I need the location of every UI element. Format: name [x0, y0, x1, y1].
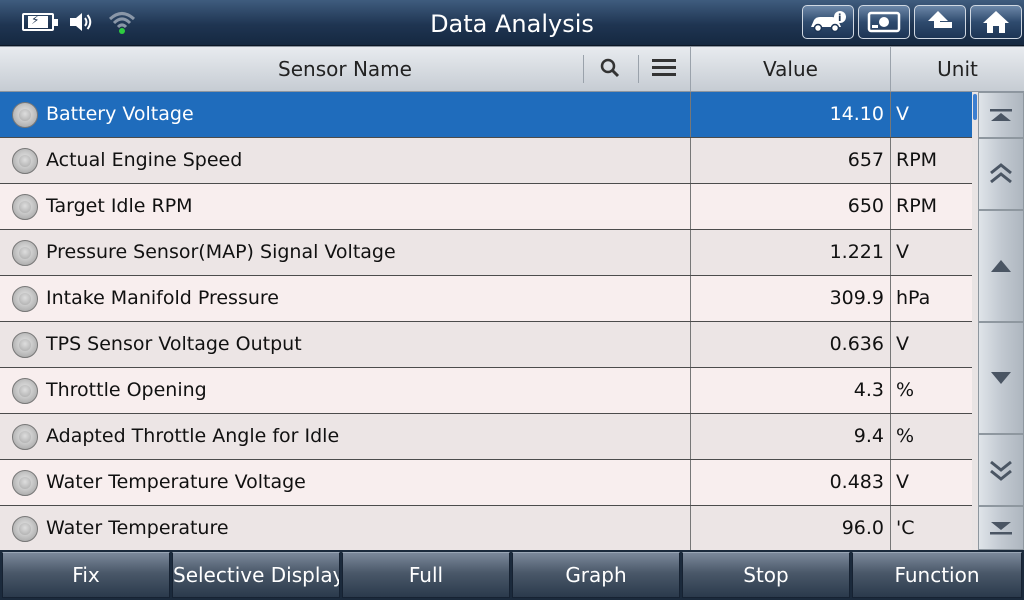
scroll-nav — [978, 92, 1024, 550]
radio-button[interactable] — [12, 240, 38, 266]
sensor-unit: % — [890, 368, 972, 413]
scroll-up-button[interactable] — [978, 210, 1024, 322]
sensor-unit: RPM — [890, 184, 972, 229]
sensor-name: Water Temperature — [46, 517, 229, 539]
table-row[interactable]: Pressure Sensor(MAP) Signal Voltage 1.22… — [0, 230, 972, 276]
table-row[interactable]: Target Idle RPM 650 RPM — [0, 184, 972, 230]
sensor-value: 96.0 — [690, 506, 890, 550]
sensor-unit: V — [890, 460, 972, 505]
sensor-unit: 'C — [890, 506, 972, 550]
graph-button[interactable]: Graph — [512, 552, 680, 598]
table-row[interactable]: Water Temperature Voltage 0.483 V — [0, 460, 972, 506]
sensor-unit: V — [890, 322, 972, 367]
sensor-name: Pressure Sensor(MAP) Signal Voltage — [46, 241, 396, 263]
sensor-unit: hPa — [890, 276, 972, 321]
page-up-button[interactable] — [978, 138, 1024, 210]
status-icons — [22, 8, 136, 36]
table-row[interactable]: Adapted Throttle Angle for Idle 9.4 % — [0, 414, 972, 460]
page-down-button[interactable] — [978, 434, 1024, 506]
sensor-unit: RPM — [890, 138, 972, 183]
car-info-button[interactable]: i — [802, 5, 854, 39]
sensor-value: 4.3 — [690, 368, 890, 413]
sensor-table: Battery Voltage 14.10 V Actual Engine Sp… — [0, 92, 972, 550]
scrollbar-thumb[interactable] — [973, 94, 977, 120]
wifi-icon — [108, 9, 136, 35]
value-header: Value — [690, 47, 890, 91]
table-row[interactable]: Battery Voltage 14.10 V — [0, 92, 972, 138]
sensor-name: Battery Voltage — [46, 103, 194, 125]
sensor-name-header[interactable]: Sensor Name — [0, 47, 690, 91]
scroll-top-icon — [990, 109, 1012, 121]
full-button[interactable]: Full — [342, 552, 510, 598]
title-bar: Data Analysis i — [0, 0, 1024, 46]
radio-button[interactable] — [12, 378, 38, 404]
triangle-up-icon — [991, 260, 1011, 272]
table-row[interactable]: Intake Manifold Pressure 309.9 hPa — [0, 276, 972, 322]
selective-display-button[interactable]: Selective Display — [172, 552, 340, 598]
sensor-name: Adapted Throttle Angle for Idle — [46, 425, 340, 447]
unit-header: Unit — [890, 47, 1024, 91]
sensor-name: Water Temperature Voltage — [46, 471, 306, 493]
sensor-value: 0.636 — [690, 322, 890, 367]
battery-charging-icon — [22, 13, 58, 31]
record-button[interactable] — [858, 5, 910, 39]
radio-button[interactable] — [12, 470, 38, 496]
sensor-value: 309.9 — [690, 276, 890, 321]
triangle-down-icon — [991, 372, 1011, 384]
home-icon — [983, 11, 1009, 33]
radio-button[interactable] — [12, 148, 38, 174]
radio-button[interactable] — [12, 194, 38, 220]
scroll-top-button[interactable] — [978, 92, 1024, 138]
scroll-bottom-button[interactable] — [978, 506, 1024, 550]
home-button[interactable] — [970, 5, 1022, 39]
table-row[interactable]: Throttle Opening 4.3 % — [0, 368, 972, 414]
sensor-value: 0.483 — [690, 460, 890, 505]
radio-button[interactable] — [12, 332, 38, 358]
sensor-name: Actual Engine Speed — [46, 149, 243, 171]
sensor-unit: % — [890, 414, 972, 459]
table-row[interactable]: Water Temperature 96.0 'C — [0, 506, 972, 550]
radio-button[interactable] — [12, 516, 38, 542]
double-chevron-up-icon — [990, 163, 1012, 184]
sensor-name: Intake Manifold Pressure — [46, 287, 279, 309]
sensor-value: 14.10 — [690, 92, 890, 137]
sensor-unit: V — [890, 92, 972, 137]
scroll-bottom-icon — [990, 522, 1012, 535]
svg-text:i: i — [838, 13, 841, 24]
sensor-value: 657 — [690, 138, 890, 183]
double-chevron-down-icon — [990, 460, 1012, 481]
sensor-name: Target Idle RPM — [46, 195, 193, 217]
speaker-icon — [68, 10, 94, 34]
sensor-name: Throttle Opening — [46, 379, 207, 401]
table-row[interactable]: Actual Engine Speed 657 RPM — [0, 138, 972, 184]
fix-button[interactable]: Fix — [2, 552, 170, 598]
radio-button[interactable] — [12, 424, 38, 450]
sensor-unit: V — [890, 230, 972, 275]
stop-button[interactable]: Stop — [682, 552, 850, 598]
sensor-name: TPS Sensor Voltage Output — [46, 333, 302, 355]
function-button[interactable]: Function — [852, 552, 1022, 598]
search-icon[interactable] — [598, 55, 622, 83]
sensor-value: 9.4 — [690, 414, 890, 459]
back-button[interactable] — [914, 5, 966, 39]
scroll-down-button[interactable] — [978, 322, 1024, 434]
bottom-toolbar: Fix Selective Display Full Graph Stop Fu… — [0, 550, 1024, 600]
table-header: Sensor Name Value Unit — [0, 46, 1024, 92]
sensor-value: 650 — [690, 184, 890, 229]
radio-button[interactable] — [12, 102, 38, 128]
back-arrow-icon — [928, 11, 952, 28]
sensor-value: 1.221 — [690, 230, 890, 275]
table-row[interactable]: TPS Sensor Voltage Output 0.636 V — [0, 322, 972, 368]
radio-button[interactable] — [12, 286, 38, 312]
record-icon — [867, 11, 901, 33]
car-info-icon: i — [811, 11, 846, 33]
menu-icon[interactable] — [652, 59, 676, 79]
